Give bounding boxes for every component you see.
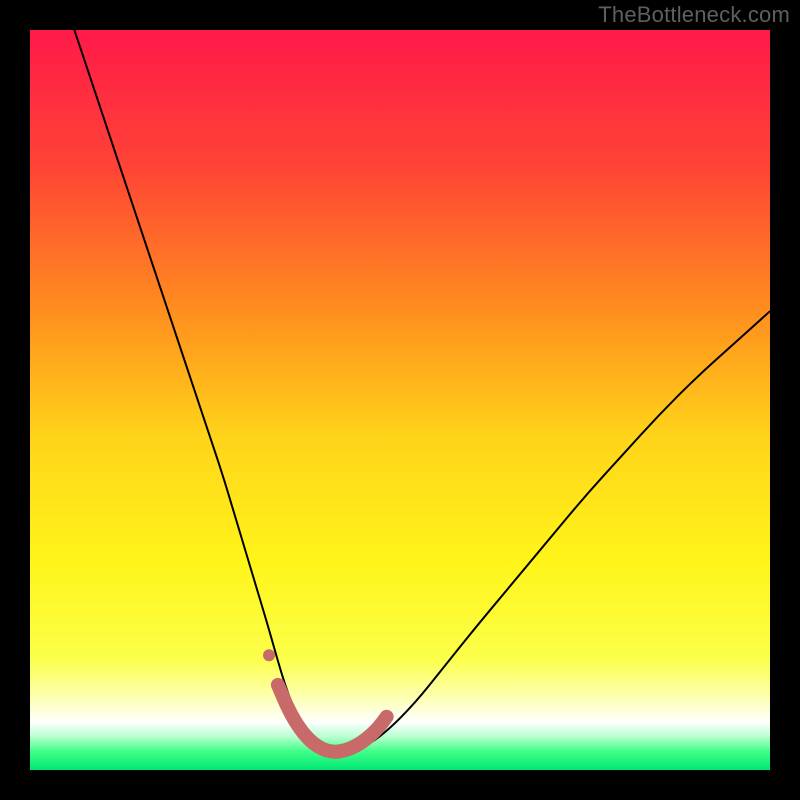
chart-svg (30, 30, 770, 770)
marker-highlight-dot (263, 649, 275, 661)
chart-marker-layer (263, 649, 275, 661)
chart-plot-area (30, 30, 770, 770)
watermark-text: TheBottleneck.com (598, 2, 790, 28)
chart-frame: TheBottleneck.com (0, 0, 800, 800)
chart-background (30, 30, 770, 770)
